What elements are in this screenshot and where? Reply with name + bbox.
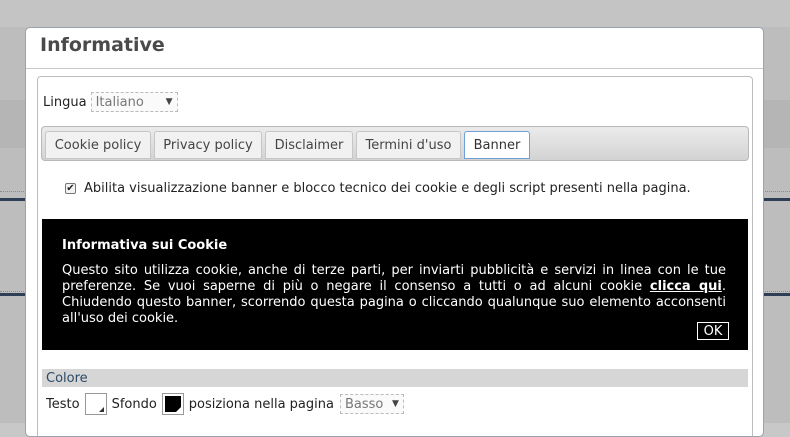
position-label: posiziona nella pagina bbox=[188, 396, 334, 412]
background-header bbox=[0, 0, 790, 27]
language-selected: Italiano bbox=[95, 94, 144, 110]
chevron-down-icon: ▼ bbox=[165, 97, 173, 107]
chevron-down-icon: ▼ bbox=[392, 399, 399, 409]
dialog-title: Informative bbox=[40, 34, 165, 56]
tab-cookie-policy[interactable]: Cookie policy bbox=[45, 131, 151, 159]
enable-banner-label: Abilita visualizzazione banner e blocco … bbox=[84, 181, 691, 196]
enable-banner-row: ✔ Abilita visualizzazione banner e blocc… bbox=[65, 181, 691, 196]
tab-privacy-policy[interactable]: Privacy policy bbox=[154, 131, 262, 159]
banner-text: Questo sito utilizza cookie, anche di te… bbox=[62, 263, 726, 327]
colors-section-header: Colore bbox=[42, 369, 748, 387]
background-color-picker[interactable] bbox=[161, 393, 184, 415]
language-row: Lingua Italiano ▼ bbox=[43, 92, 178, 112]
tab-banner[interactable]: Banner bbox=[464, 131, 530, 159]
language-label: Lingua bbox=[43, 94, 87, 110]
background-color-label: Sfondo bbox=[111, 396, 157, 412]
tab-disclaimer[interactable]: Disclaimer bbox=[265, 131, 353, 159]
title-separator bbox=[26, 68, 763, 69]
banner-link[interactable]: clicca qui bbox=[650, 279, 722, 294]
banner-title: Informativa sui Cookie bbox=[62, 238, 228, 253]
tab-bar: Cookie policy Privacy policy Disclaimer … bbox=[41, 126, 749, 161]
position-selected: Basso bbox=[344, 396, 384, 412]
picker-corner-icon bbox=[98, 407, 104, 412]
position-select[interactable]: Basso ▼ bbox=[339, 394, 404, 414]
text-color-picker[interactable] bbox=[84, 393, 107, 415]
language-select[interactable]: Italiano ▼ bbox=[90, 92, 178, 112]
banner-text-part-1: Questo sito utilizza cookie, anche di te… bbox=[62, 263, 726, 294]
settings-panel: Lingua Italiano ▼ Cookie policy Privacy … bbox=[37, 76, 753, 436]
ok-button[interactable]: OK bbox=[697, 322, 729, 340]
tab-termini-uso[interactable]: Termini d'uso bbox=[356, 131, 461, 159]
cookie-banner-preview: Informativa sui Cookie Questo sito utili… bbox=[42, 219, 748, 350]
colors-row: Testo Sfondo posiziona nella pagina Bass… bbox=[46, 393, 404, 415]
picker-corner-icon bbox=[175, 407, 181, 412]
text-color-label: Testo bbox=[46, 396, 80, 412]
enable-banner-checkbox[interactable]: ✔ bbox=[65, 183, 76, 194]
informative-dialog: Informative Lingua Italiano ▼ Cookie pol… bbox=[25, 27, 764, 437]
